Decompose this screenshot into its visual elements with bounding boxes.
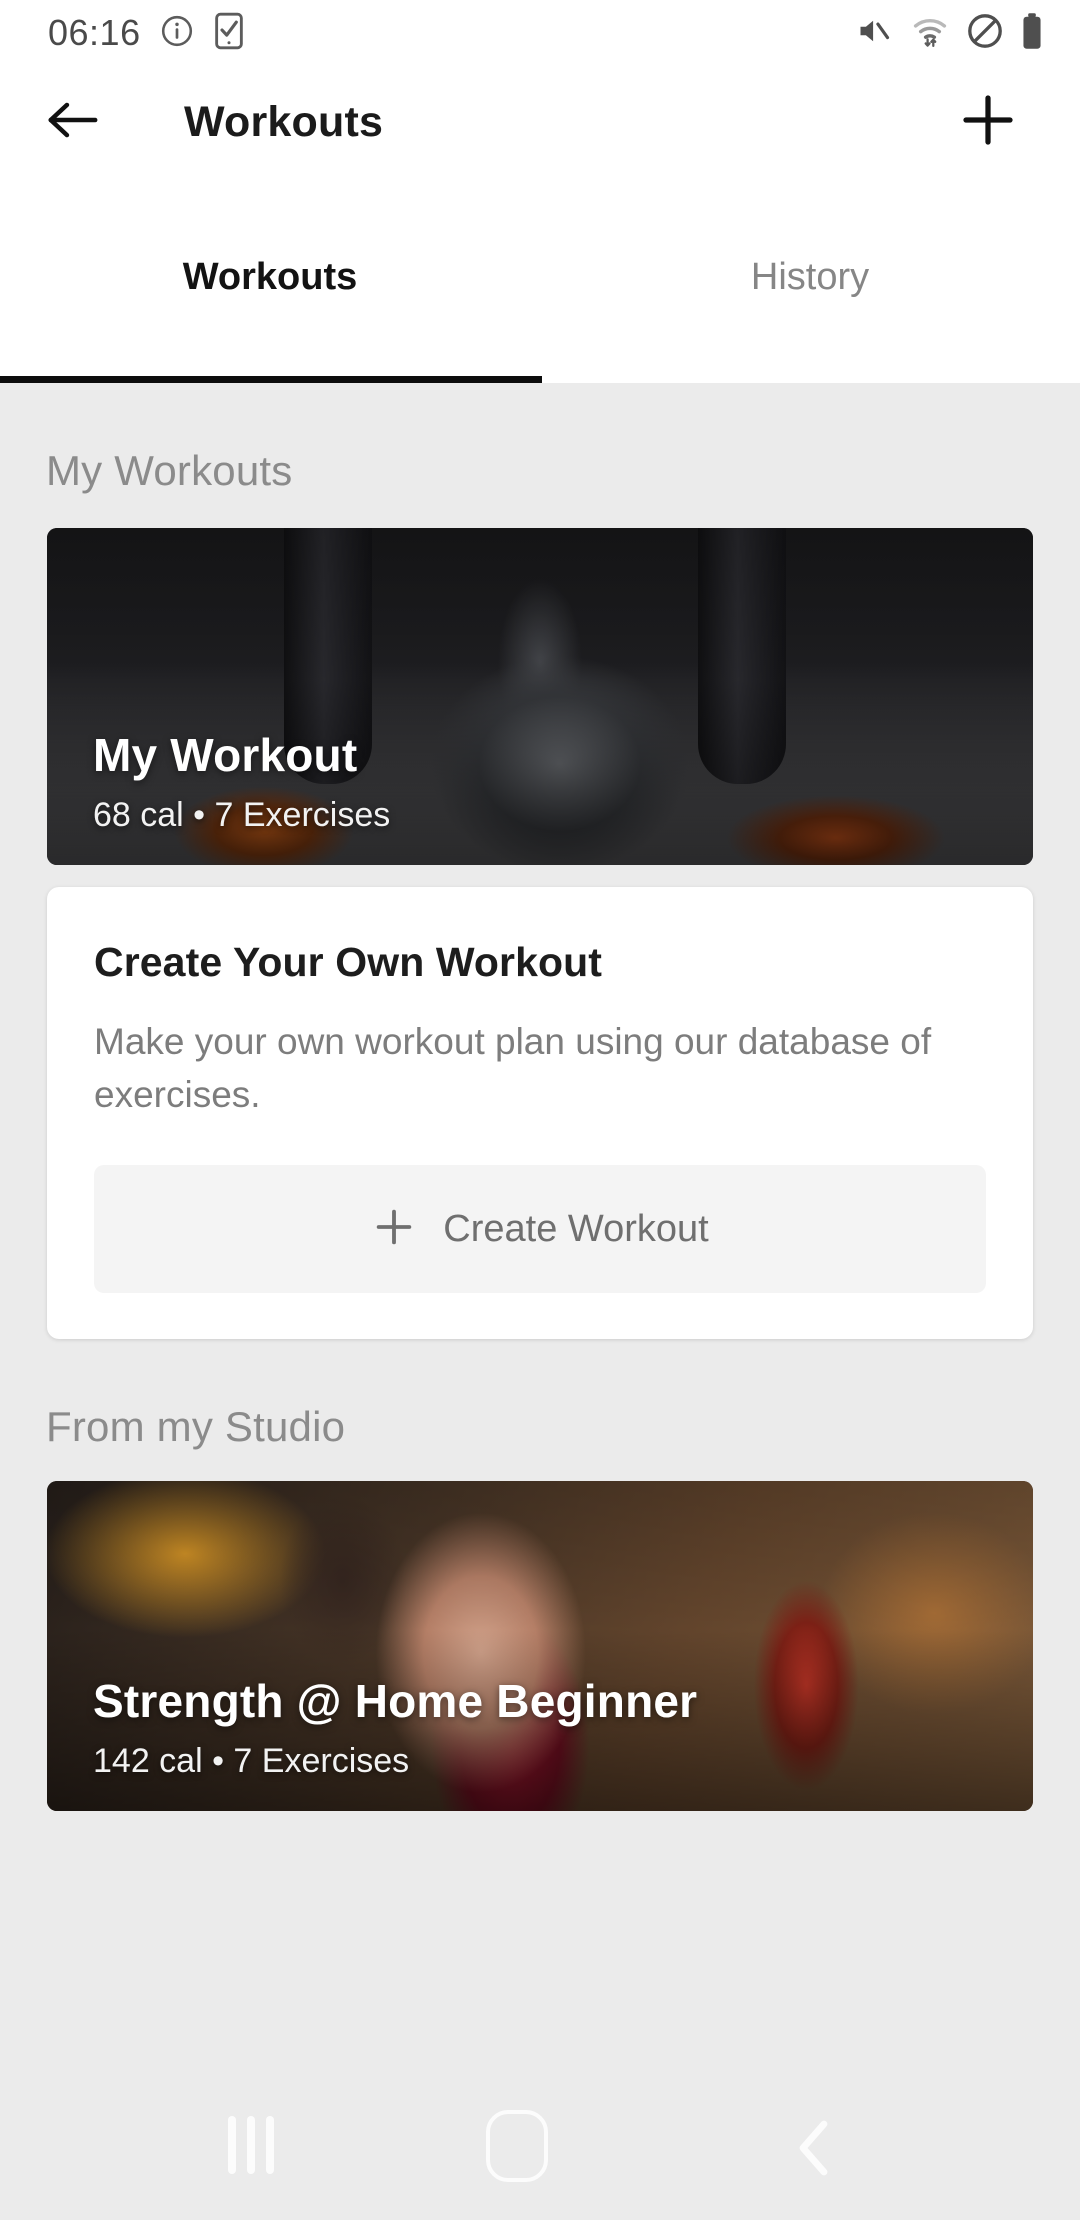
tab-workouts[interactable]: Workouts (0, 256, 540, 299)
workout-card-strength-home-beginner[interactable]: Strength @ Home Beginner 142 cal • 7 Exe… (47, 1481, 1033, 1812)
tab-history[interactable]: History (540, 256, 1080, 299)
status-bar-right (854, 12, 1044, 55)
section-title-from-my-studio: From my Studio (46, 1403, 346, 1451)
arrow-back-icon (43, 96, 101, 149)
create-workout-card[interactable]: Create Your Own Workout Make your own wo… (47, 887, 1033, 1340)
plus-icon (371, 1204, 417, 1255)
create-card-title: Create Your Own Workout (94, 939, 603, 985)
create-workout-button[interactable]: Create Workout (94, 1165, 986, 1294)
volume-mute-icon (854, 13, 894, 54)
info-icon (159, 13, 195, 54)
create-card-description: Make your own workout plan using our dat… (94, 1021, 932, 1115)
workout-card-my-workout[interactable]: My Workout 68 cal • 7 Exercises (47, 528, 1033, 865)
status-clock: 06:16 (48, 12, 141, 53)
nav-back-icon[interactable] (792, 2118, 836, 2183)
create-workout-button-label: Create Workout (443, 1207, 709, 1250)
tab-indicator (0, 376, 542, 383)
phone-check-icon (213, 12, 245, 55)
status-bar-left: 06:16 (48, 12, 245, 55)
status-bar: 06:16 (0, 0, 1080, 66)
wifi-icon (910, 13, 950, 54)
system-navigation-bar (0, 2100, 1080, 2220)
workout-card-text: My Workout 68 cal • 7 Exercises (93, 728, 390, 835)
recents-icon[interactable] (228, 2116, 274, 2174)
do-not-disturb-icon (966, 12, 1004, 55)
workout-card-title: My Workout (93, 729, 358, 781)
section-title-my-workouts: My Workouts (46, 447, 293, 494)
workout-card-text: Strength @ Home Beginner 142 cal • 7 Exe… (93, 1674, 697, 1781)
back-button[interactable] (20, 96, 124, 149)
plus-icon (958, 90, 1018, 155)
tab-bar: Workouts History (0, 178, 1080, 383)
battery-full-icon (1020, 12, 1044, 55)
workout-card-subtitle: 142 cal • 7 Exercises (93, 1742, 410, 1781)
home-icon[interactable] (486, 2110, 548, 2182)
workout-card-subtitle: 68 cal • 7 Exercises (93, 796, 391, 834)
workouts-scroll-content[interactable]: My Workouts My Workout 68 cal • 7 Exerci… (0, 383, 1080, 2220)
page-title: Workouts (184, 97, 384, 146)
app-screen: 06:16 Workouts Workouts History My Worko… (0, 0, 1080, 2220)
app-bar: Workouts (0, 66, 1080, 178)
workout-card-title: Strength @ Home Beginner (93, 1675, 698, 1728)
add-workout-button[interactable] (950, 84, 1026, 160)
